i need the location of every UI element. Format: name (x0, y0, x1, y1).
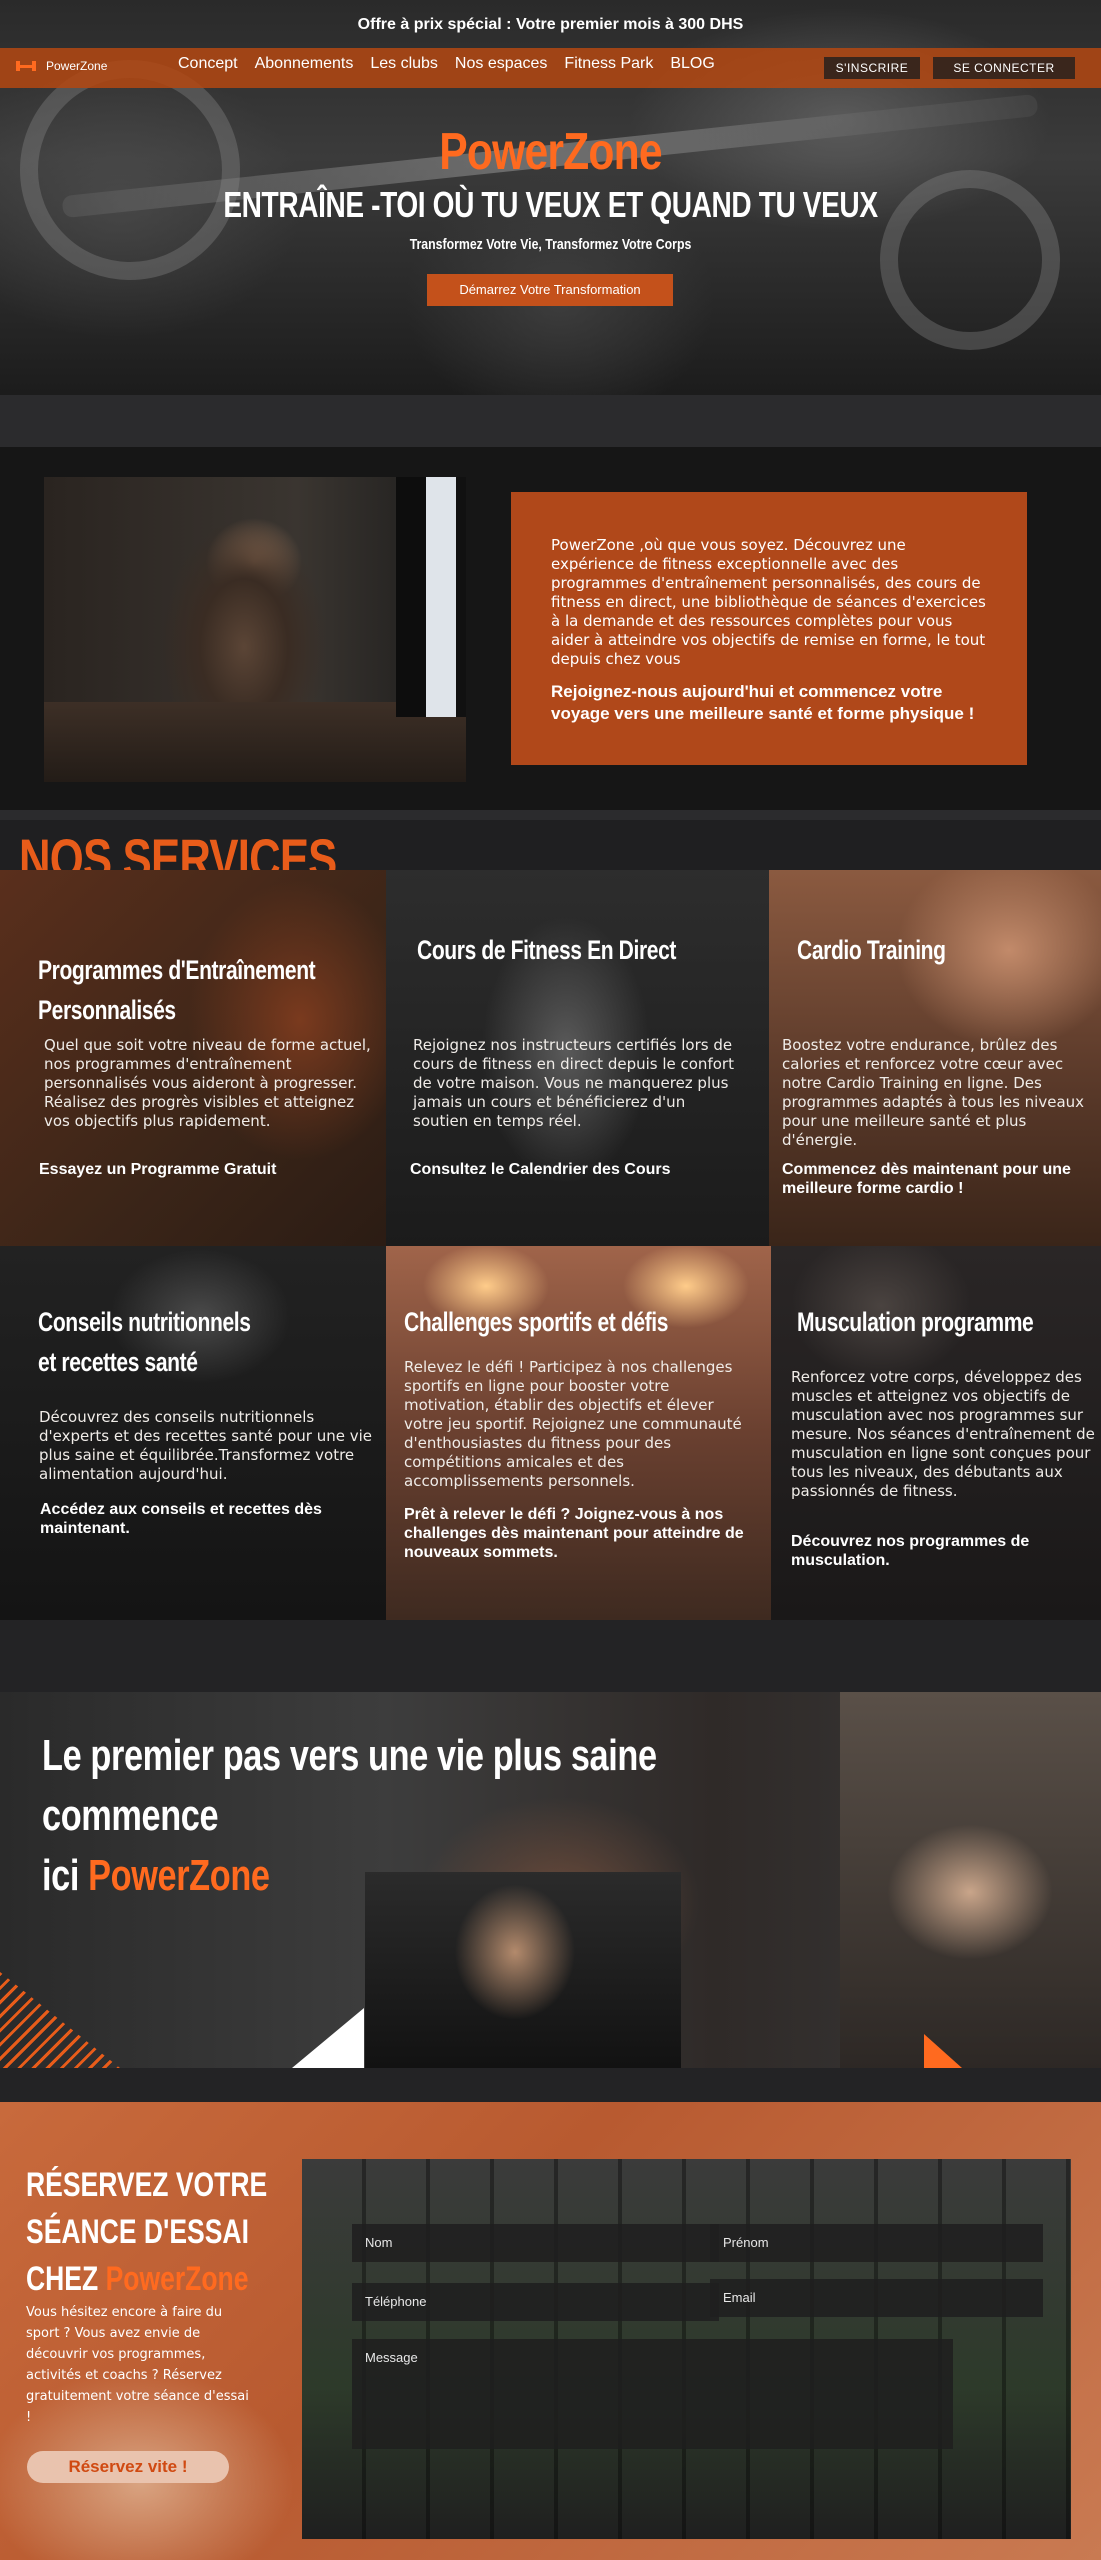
card-text: Boostez votre endurance, brûlez des calo… (782, 1036, 1085, 1149)
woman-stretching-photo (44, 477, 466, 782)
booking-text: Vous hésitez encore à faire du sport ? V… (26, 2305, 249, 2425)
decor-triangle (292, 2008, 364, 2068)
logo[interactable]: PowerZone (16, 59, 107, 73)
hero-title: ENTRAÎNE -TOI OÙ TU VEUX ET QUAND TU VEU… (223, 184, 878, 225)
section-divider (0, 2068, 1101, 2102)
card-title: Musculation programme (797, 1307, 1034, 1337)
hero-subtitle: Transformez Votre Vie, Transformez Votre… (409, 236, 692, 253)
book-now-button[interactable]: Réservez vite ! (27, 2451, 229, 2483)
card-title-line2: Personnalisés (38, 995, 176, 1025)
intro-highlight: Rejoignez-nous aujourd'hui et commencez … (551, 682, 975, 723)
card-title: Programmes d'Entraînement (38, 955, 316, 985)
promo-banner: Offre à prix spécial : Votre premier moi… (357, 16, 744, 33)
booking-section: RÉSERVEZ VOTRE SÉANCE D'ESSAI CHEZ Power… (0, 2102, 1101, 2560)
card-text: Découvrez des conseils nutritionnels d'e… (39, 1408, 373, 1483)
section-divider (0, 395, 1101, 447)
intro-box: PowerZone ,où que vous soyez. Découvrez … (511, 492, 1027, 765)
intro-section: PowerZone ,où que vous soyez. Découvrez … (0, 447, 1101, 810)
free-program-link[interactable]: Essayez un Programme Gratuit (39, 1160, 379, 1179)
motivation-banner: Le premier pas vers une vie plus saine c… (0, 1692, 1101, 2068)
card-text: Relevez le défi ! Participez à nos chall… (404, 1358, 742, 1490)
phone-input[interactable] (352, 2283, 719, 2321)
nav-link-espaces[interactable]: Nos espaces (455, 55, 548, 73)
start-transformation-button[interactable]: Démarrez Votre Transformation (427, 274, 673, 306)
firstname-input[interactable] (710, 2224, 1043, 2262)
booking-form (302, 2159, 1071, 2539)
nav-link-fitness-park[interactable]: Fitness Park (564, 55, 653, 73)
bodybuilding-link[interactable]: Découvrez nos programmes de musculation. (791, 1532, 1081, 1570)
card-title-line2: et recettes santé (38, 1347, 198, 1377)
section-divider (0, 810, 1101, 820)
nav-link-clubs[interactable]: Les clubs (370, 55, 438, 73)
card-text: Rejoignez nos instructeurs certifiés lor… (413, 1036, 734, 1130)
logo-text: PowerZone (46, 59, 108, 73)
signup-button[interactable]: S'INSCRIRE (824, 57, 920, 79)
service-card-live-classes[interactable]: Cours de Fitness En Direct Rejoignez nos… (386, 870, 769, 1246)
photo-window (396, 477, 466, 717)
banner-title: Le premier pas vers une vie plus saine c… (42, 1726, 713, 1906)
booking-brand: PowerZone (105, 2260, 249, 2298)
name-input[interactable] (352, 2224, 719, 2262)
banner-line2-text: ici (42, 1851, 79, 1900)
services-section: NOS SERVICES Programmes d'Entraînement P… (0, 820, 1101, 1620)
nav-link-abonnements[interactable]: Abonnements (255, 55, 354, 73)
card-title: Challenges sportifs et défis (404, 1307, 669, 1337)
banner-line2: ici PowerZone (42, 1846, 713, 1906)
booking-title-line3: CHEZ PowerZone (26, 2256, 267, 2303)
pushup-photo (840, 1692, 1101, 2068)
card-text: Renforcez votre corps, développez des mu… (791, 1368, 1095, 1500)
email-input[interactable] (710, 2279, 1043, 2317)
booking-title-line1: RÉSERVEZ VOTRE (26, 2166, 268, 2204)
nutrition-link[interactable]: Accédez aux conseils et recettes dès mai… (40, 1500, 370, 1538)
service-card-cardio[interactable]: Cardio Training Boostez votre endurance,… (769, 870, 1101, 1246)
booking-title: RÉSERVEZ VOTRE SÉANCE D'ESSAI CHEZ Power… (26, 2162, 267, 2303)
hero-section: Offre à prix spécial : Votre premier moi… (0, 0, 1101, 395)
banner-brand: PowerZone (88, 1851, 270, 1900)
message-input[interactable] (352, 2339, 953, 2449)
section-divider (0, 1620, 1101, 1692)
card-title: Conseils nutritionnels (38, 1307, 251, 1337)
dumbbell-icon (16, 59, 36, 73)
hero-brand: PowerZone (439, 123, 662, 181)
banner-line1: Le premier pas vers une vie plus saine c… (42, 1731, 657, 1840)
service-card-challenges[interactable]: Challenges sportifs et défis Relevez le … (386, 1246, 771, 1620)
nav-link-concept[interactable]: Concept (178, 55, 238, 73)
challenges-link[interactable]: Prêt à relever le défi ? Joignez-vous à … (404, 1505, 744, 1562)
booking-title-line2: SÉANCE D'ESSAI (26, 2213, 249, 2251)
nav-links: Concept Abonnements Les clubs Nos espace… (178, 55, 715, 73)
card-title: Cardio Training (797, 935, 946, 965)
page: Offre à prix spécial : Votre premier moi… (0, 0, 1101, 2560)
service-card-nutrition[interactable]: Conseils nutritionnels et recettes santé… (0, 1246, 386, 1620)
service-card-programs[interactable]: Programmes d'Entraînement Personnalisés … (0, 870, 386, 1246)
cardio-start-link[interactable]: Commencez dès maintenant pour une meille… (782, 1160, 1100, 1198)
decor-stripes (0, 1972, 120, 2068)
class-calendar-link[interactable]: Consultez le Calendrier des Cours (410, 1160, 755, 1179)
card-title: Cours de Fitness En Direct (417, 935, 677, 965)
navbar: PowerZone Concept Abonnements Les clubs … (0, 48, 1101, 88)
service-card-bodybuilding[interactable]: Musculation programme Renforcez votre co… (771, 1246, 1101, 1620)
intro-text: PowerZone ,où que vous soyez. Découvrez … (551, 536, 986, 668)
booking-title-chez: CHEZ (26, 2260, 99, 2298)
login-button[interactable]: SE CONNECTER (933, 57, 1075, 79)
nav-link-blog[interactable]: BLOG (670, 55, 714, 73)
card-text: Quel que soit votre niveau de forme actu… (44, 1036, 371, 1130)
